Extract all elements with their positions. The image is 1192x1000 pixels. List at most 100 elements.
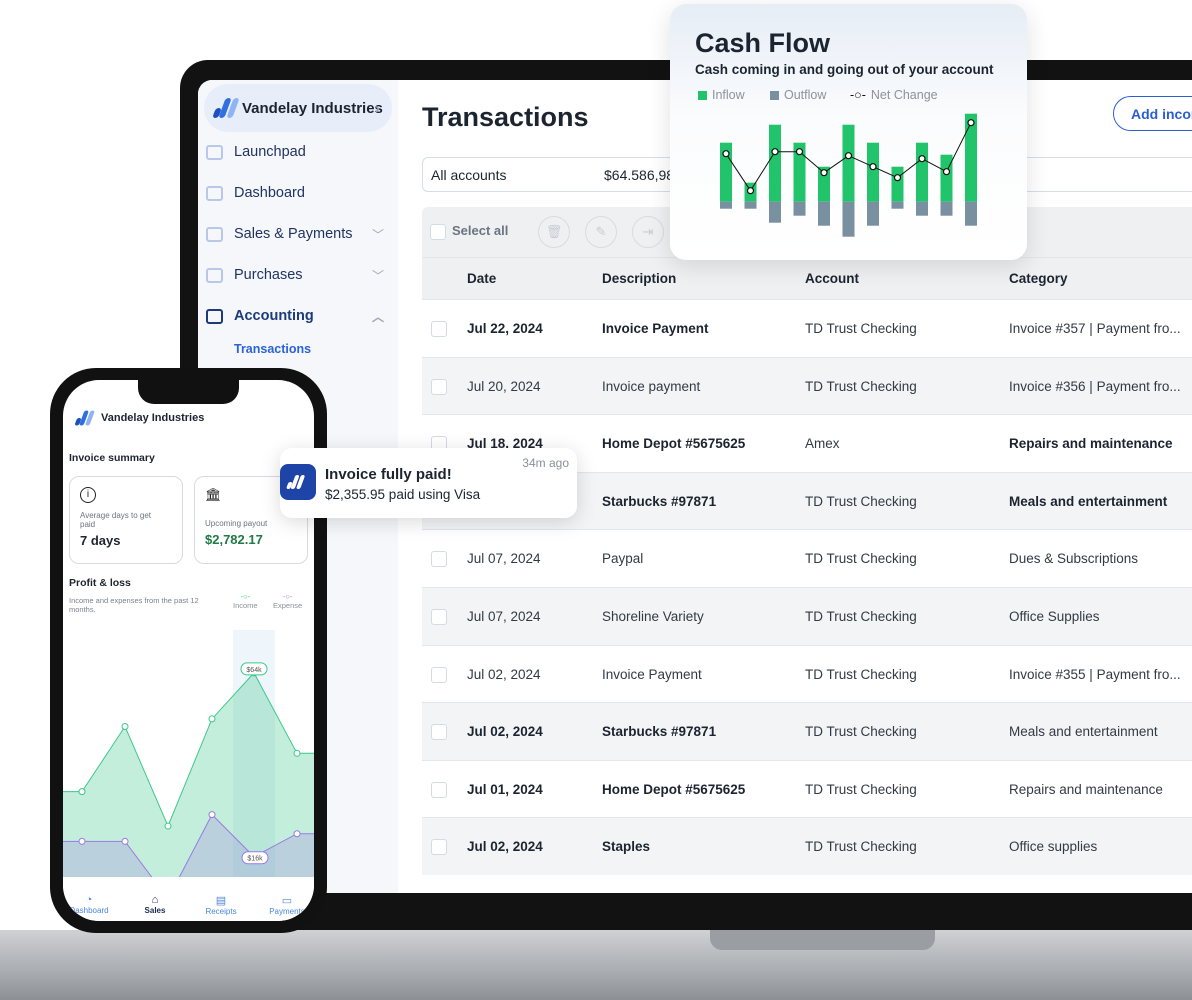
sidebar-item-dashboard[interactable]: Dashboard [198,173,398,213]
cell-category: Invoice #355 | Payment fro... [1009,666,1181,682]
cell-category: Invoice #357 | Payment fro... [1009,321,1181,336]
cell-date: Jul 02, 2024 [467,666,541,682]
row-checkbox[interactable] [431,609,447,625]
cell-date: Jul 20, 2024 [467,378,541,394]
net-change-point [918,155,926,163]
receipt-icon [206,267,223,283]
rocket-icon [206,144,223,160]
cell-category: Meals and entertainment [1009,493,1168,509]
sidebar-item-accounting[interactable]: Accounting ︿ [198,296,398,336]
expense-point [121,837,129,845]
org-switcher[interactable]: Vandelay Industries › [204,84,392,132]
tab-receipts[interactable]: ▤ Receipts [196,894,246,916]
cell-account: Amex [805,436,840,452]
add-income-button[interactable]: Add incor [1113,96,1192,131]
outflow-bar [769,201,781,223]
net-change-point [869,163,877,171]
sidebar-item-launchpad[interactable]: Launchpad [198,132,398,172]
table-row[interactable]: Jul 02, 2024 Staples TD Trust Checking O… [422,817,1192,876]
cell-date: Jul 02, 2024 [467,839,543,855]
outflow-bar [940,201,953,216]
row-checkbox[interactable] [431,839,447,856]
cell-description: Invoice Payment [602,666,702,682]
cell-account: TD Trust Checking [805,551,917,567]
cell-description: Home Depot #5675625 [602,781,746,797]
outflow-bar [818,201,830,226]
cash-flow-card: Cash Flow Cash coming in and going out o… [670,4,1027,260]
table-row[interactable]: Jul 02, 2024 Starbucks #97871 TD Trust C… [422,702,1192,761]
inflow-bar [916,142,928,202]
row-checkbox[interactable] [431,666,447,683]
move-icon[interactable]: ⇥ [632,216,664,248]
chevron-down-icon: ﹀ [371,227,384,242]
gauge-icon [206,185,223,201]
sidebar-subitem-transactions[interactable]: Transactions [234,342,311,356]
row-checkbox[interactable] [431,321,447,337]
cell-account: TD Trust Checking [805,839,917,855]
outflow-bar [744,201,757,209]
sidebar-item-label: Dashboard [234,185,305,201]
row-checkbox[interactable] [431,378,447,395]
row-checkbox[interactable] [431,781,447,798]
notification-time: 34m ago [522,456,569,470]
cell-account: TD Trust Checking [805,493,917,509]
inflow-bar [842,124,855,202]
logo-icon [212,98,240,118]
net-change-point [795,148,804,156]
sidebar-item-label: Launchpad [234,144,306,160]
cell-description: Paypal [602,551,644,567]
row-checkbox[interactable] [431,724,447,741]
table-row[interactable]: Jul 02, 2024 Invoice Payment TD Trust Ch… [422,644,1192,703]
app-icon [280,464,316,500]
sidebar-item-label: Purchases [234,267,303,283]
row-checkbox[interactable] [431,551,447,568]
sidebar-item-purchases[interactable]: Purchases ﹀ [198,255,398,295]
expense-point [293,830,301,838]
table-row[interactable]: Jul 07, 2024 Shoreline Variety TD Trust … [422,587,1192,645]
expense-point [78,837,86,845]
cell-description: Starbucks #97871 [602,493,717,509]
column-category[interactable]: Category [1009,271,1068,286]
receipt-icon: ▤ [215,895,227,907]
column-date[interactable]: Date [467,271,496,286]
inflow-bar [940,154,953,202]
tab-payments[interactable]: ▭ Payments [262,894,312,916]
cell-account: TD Trust Checking [805,666,917,682]
outflow-bar [793,201,806,216]
edit-icon[interactable]: ✎ [585,216,617,248]
column-account[interactable]: Account [805,271,859,286]
tab-dashboard[interactable]: ◔ Dashboard [64,894,114,915]
chevron-right-icon: › [375,99,380,117]
table-row[interactable]: Jul 22, 2024 Invoice Payment TD Trust Ch… [422,299,1192,357]
cell-category: Repairs and maintenance [1009,781,1163,797]
card-icon [206,226,223,242]
income-point [164,822,172,830]
cell-category: Office Supplies [1009,609,1100,624]
table-row[interactable]: Jul 01, 2024 Home Depot #5675625 TD Trus… [422,759,1192,818]
net-change-point [771,148,779,156]
outflow-bar [891,201,904,209]
laptop-base [0,930,1192,1000]
expense-point [208,811,216,819]
chevron-down-icon: ﹀ [371,268,384,283]
table-row[interactable]: Jul 07, 2024 Paypal TD Trust Checking Du… [422,529,1192,588]
outflow-bar [720,201,732,209]
cell-date: Jul 07, 2024 [467,551,541,567]
cell-description: Invoice Payment [602,321,709,336]
inflow-bar [891,166,904,202]
tab-sales[interactable]: ⌂ Sales [130,894,180,915]
delete-icon[interactable]: 🗑 [538,216,570,248]
notification-toast[interactable]: Invoice fully paid! $2,355.95 paid using… [280,448,577,518]
net-change-point [746,187,755,195]
net-change-point [844,152,853,160]
tag-icon: ⌂ [151,894,159,906]
sidebar-item-sales-payments[interactable]: Sales & Payments ﹀ [198,214,398,254]
table-row[interactable]: Jul 20, 2024 Invoice payment TD Trust Ch… [422,356,1192,415]
table-header: Date Description Account Category [422,257,1192,299]
sidebar-item-label: Sales & Payments [234,226,353,242]
cell-date: Jul 07, 2024 [467,609,541,624]
select-all-checkbox[interactable] [430,224,446,240]
column-description[interactable]: Description [602,271,676,286]
income-point [208,715,216,723]
net-change-point [722,150,730,158]
